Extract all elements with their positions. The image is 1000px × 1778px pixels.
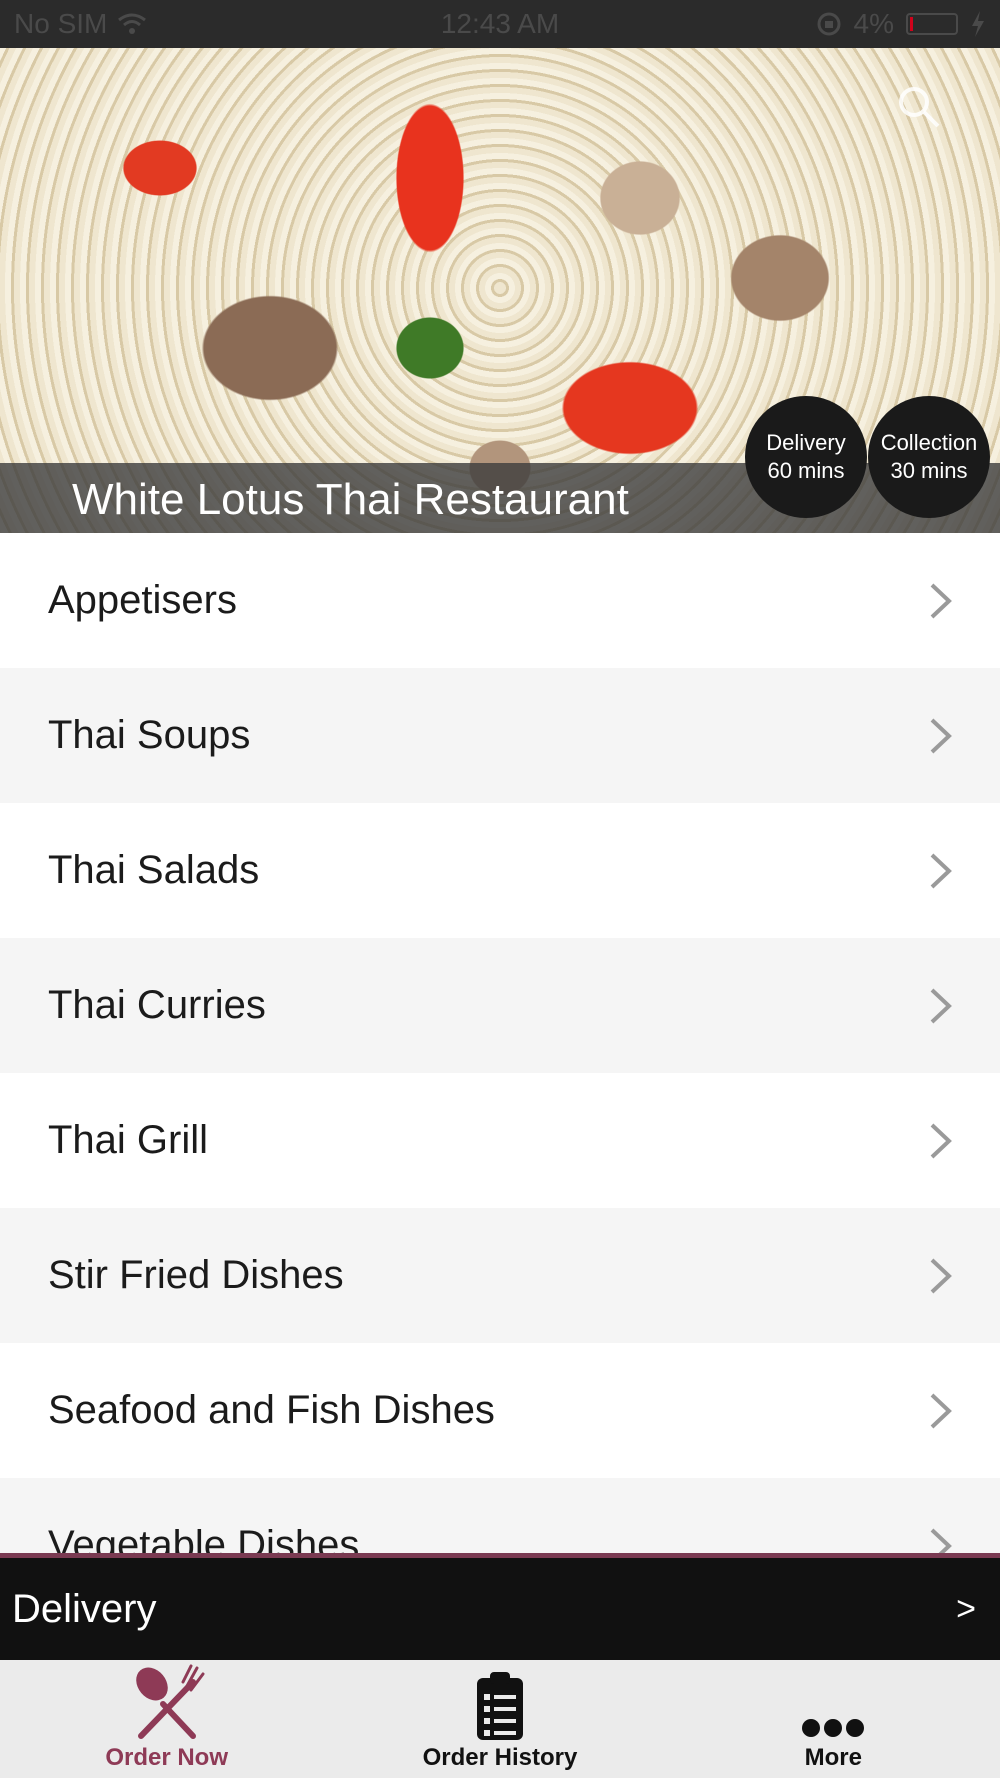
clipboard-list-icon [476, 1672, 523, 1740]
tab-more[interactable]: More [667, 1660, 1000, 1778]
menu-item-label: Thai Salads [48, 848, 260, 892]
menu-item-label: Appetisers [48, 578, 237, 622]
chevron-right-icon [930, 988, 952, 1023]
chevron-right-icon [930, 1258, 952, 1293]
more-dots-icon [802, 1719, 865, 1737]
chevron-right-icon [930, 853, 952, 888]
tab-order-now[interactable]: Order Now [0, 1660, 333, 1778]
menu-item-label: Seafood and Fish Dishes [48, 1388, 495, 1432]
menu-item-thai-soups[interactable]: Thai Soups [0, 668, 1000, 803]
menu-item-seafood-and-fish-dishes[interactable]: Seafood and Fish Dishes [0, 1343, 1000, 1478]
menu-item-thai-curries[interactable]: Thai Curries [0, 938, 1000, 1073]
chevron-right-icon [930, 1393, 952, 1428]
chevron-right-icon [930, 1123, 952, 1158]
delivery-mode-label: Delivery [12, 1586, 157, 1631]
battery-icon [906, 13, 958, 35]
delivery-mode-bar[interactable]: Delivery > [0, 1553, 1000, 1660]
hero-banner: White Lotus Thai Restaurant Delivery 60 … [0, 48, 1000, 533]
chevron-right-icon [930, 718, 952, 753]
menu-item-label: Vegetable Dishes [48, 1523, 360, 1553]
tab-order-now-label: Order Now [105, 1744, 228, 1771]
menu-item-stir-fried-dishes[interactable]: Stir Fried Dishes [0, 1208, 1000, 1343]
tab-more-label: More [804, 1744, 862, 1771]
collection-badge-label: Collection [880, 430, 978, 455]
menu-item-label: Thai Soups [48, 713, 251, 757]
bottom-tab-bar: Order Now Order History More [0, 1660, 1000, 1778]
chevron-right-icon [930, 583, 952, 618]
collection-time-badge: Collection 30 mins [868, 396, 990, 518]
status-bar: No SIM 12:43 AM 4% [0, 0, 1000, 48]
tab-order-history-label: Order History [422, 1744, 578, 1771]
search-icon[interactable] [896, 84, 942, 130]
fork-knife-icon [135, 1664, 205, 1739]
menu-item-thai-salads[interactable]: Thai Salads [0, 803, 1000, 938]
menu-category-list[interactable]: Appetisers Thai Soups Thai Salads Thai C… [0, 533, 1000, 1553]
menu-item-label: Thai Grill [48, 1118, 209, 1162]
tab-order-history[interactable]: Order History [333, 1660, 666, 1778]
collection-badge-time: 30 mins [890, 458, 968, 483]
restaurant-name: White Lotus Thai Restaurant [72, 475, 629, 524]
menu-item-appetisers[interactable]: Appetisers [0, 533, 1000, 668]
delivery-badge-label: Delivery [766, 430, 846, 455]
delivery-badge-time: 60 mins [767, 458, 845, 483]
delivery-arrow-icon: > [956, 1589, 976, 1628]
menu-item-label: Stir Fried Dishes [48, 1253, 344, 1297]
menu-item-thai-grill[interactable]: Thai Grill [0, 1073, 1000, 1208]
chevron-right-icon [930, 1528, 952, 1553]
status-time: 12:43 AM [440, 8, 560, 39]
delivery-time-badge: Delivery 60 mins [745, 396, 867, 518]
menu-item-label: Thai Curries [48, 983, 266, 1027]
menu-item-vegetable-dishes[interactable]: Vegetable Dishes [0, 1478, 1000, 1553]
